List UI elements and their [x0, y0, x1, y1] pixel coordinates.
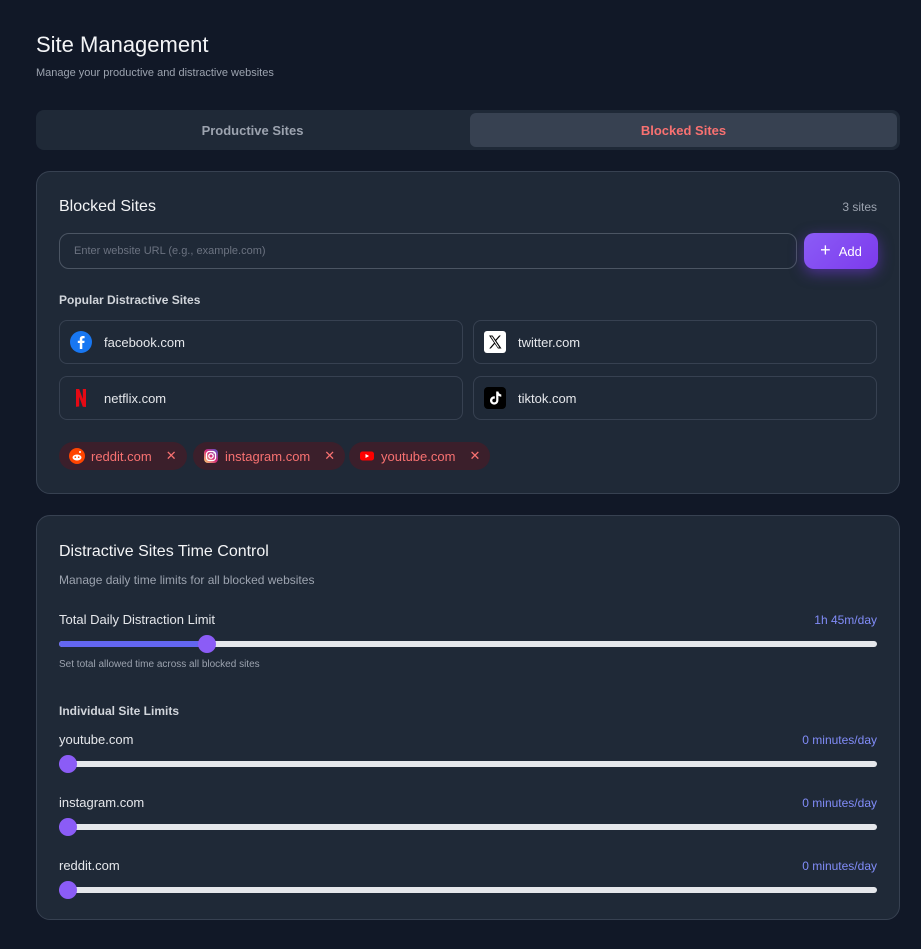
youtube-icon [359, 448, 375, 464]
total-limit-helper: Set total allowed time across all blocke… [59, 659, 260, 670]
individual-limits-label: Individual Site Limits [59, 704, 180, 718]
site-limit-slider-youtube[interactable] [59, 755, 877, 773]
facebook-icon [70, 331, 92, 353]
popular-site-netflix[interactable]: netflix.com [59, 376, 463, 420]
plus-icon: + [820, 240, 831, 260]
x-icon [484, 331, 506, 353]
chip-label: instagram.com [225, 448, 311, 464]
site-limit-value-instagram: 0 minutes/day [802, 796, 877, 810]
tab-blocked-sites[interactable]: Blocked Sites [470, 113, 897, 147]
total-limit-label: Total Daily Distraction Limit [59, 612, 216, 627]
sites-count: 3 sites [842, 200, 877, 214]
site-tabs: Productive Sites Blocked Sites [36, 110, 900, 150]
total-limit-value: 1h 45m/day [814, 613, 877, 627]
blocked-sites-title: Blocked Sites [59, 198, 156, 215]
site-limit-label-instagram: instagram.com [59, 795, 145, 810]
popular-site-name: netflix.com [104, 390, 167, 406]
remove-reddit-close-icon[interactable]: ✕ [166, 448, 177, 464]
tiktok-icon [484, 387, 506, 409]
total-limit-slider[interactable] [59, 635, 877, 653]
slider-thumb[interactable] [59, 818, 77, 836]
popular-site-tiktok[interactable]: tiktok.com [473, 376, 877, 420]
popular-site-twitter[interactable]: twitter.com [473, 320, 877, 364]
slider-thumb[interactable] [59, 881, 77, 899]
blocked-chip-reddit: reddit.com ✕ [59, 442, 187, 470]
remove-youtube-close-icon[interactable]: ✕ [469, 448, 480, 464]
reddit-icon [69, 448, 85, 464]
netflix-icon [70, 387, 92, 409]
slider-thumb[interactable] [59, 755, 77, 773]
time-control-description: Manage daily time limits for all blocked… [59, 573, 315, 587]
popular-sites-label: Popular Distractive Sites [59, 293, 201, 307]
add-site-button[interactable]: + Add [804, 233, 878, 269]
site-limit-label-reddit: reddit.com [59, 858, 120, 873]
chip-label: youtube.com [381, 448, 456, 464]
slider-thumb[interactable] [198, 635, 217, 653]
popular-site-facebook[interactable]: facebook.com [59, 320, 463, 364]
page-title: Site Management [36, 32, 209, 57]
slider-fill [59, 641, 208, 647]
site-limit-slider-instagram[interactable] [59, 818, 877, 836]
blocked-sites-card: Blocked Sites 3 sites + Add Popular Dist… [36, 171, 900, 494]
blocked-chip-youtube: youtube.com ✕ [349, 442, 491, 470]
time-control-title: Distractive Sites Time Control [59, 543, 269, 560]
page-subtitle: Manage your productive and distractive w… [36, 67, 274, 79]
site-limit-slider-reddit[interactable] [59, 881, 877, 899]
site-limit-value-reddit: 0 minutes/day [802, 859, 877, 873]
tab-productive-sites[interactable]: Productive Sites [39, 113, 466, 147]
blocked-chip-instagram: instagram.com ✕ [193, 442, 346, 470]
popular-site-name: facebook.com [104, 334, 185, 350]
add-button-label: Add [838, 243, 862, 259]
chip-label: reddit.com [91, 448, 152, 464]
site-limit-value-youtube: 0 minutes/day [802, 733, 877, 747]
remove-instagram-close-icon[interactable]: ✕ [324, 448, 335, 464]
time-control-card: Distractive Sites Time Control Manage da… [36, 515, 900, 920]
website-url-input[interactable] [59, 233, 797, 269]
instagram-icon [203, 448, 219, 464]
popular-site-name: twitter.com [518, 334, 581, 350]
site-limit-label-youtube: youtube.com [59, 732, 134, 747]
popular-site-name: tiktok.com [518, 390, 577, 406]
